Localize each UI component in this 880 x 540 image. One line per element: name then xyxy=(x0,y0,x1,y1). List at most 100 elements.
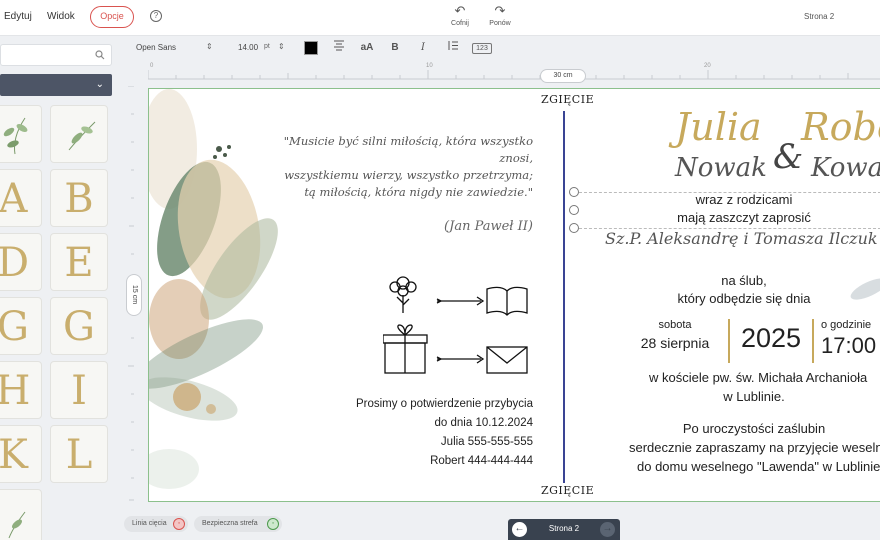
left-panel: ⌄ A B D E G G H I K L xyxy=(0,37,118,540)
bride-last-name[interactable]: Nowak xyxy=(675,153,767,183)
ruler-tick-label: 10 xyxy=(426,63,433,69)
cut-line-icon: ◦ xyxy=(173,518,185,530)
search-input[interactable] xyxy=(0,44,112,66)
safe-zone-toggle[interactable]: Bezpieczna strefa ◦ xyxy=(194,516,282,532)
undo-button[interactable]: ↶ Cofnij xyxy=(446,3,474,28)
text-color-swatch[interactable] xyxy=(304,41,318,55)
church-text[interactable]: w Lublinie. xyxy=(689,389,819,404)
ruler-tick-label: 0 xyxy=(150,63,154,69)
ampersand[interactable]: & xyxy=(773,137,803,177)
ruler-tick-label: 20 xyxy=(704,63,711,69)
reception-text[interactable]: serdecznie zapraszamy na przyjęcie wesel… xyxy=(629,440,880,455)
book-icon xyxy=(486,286,528,316)
graphic-tile[interactable] xyxy=(50,105,108,163)
resize-handle[interactable] xyxy=(569,205,579,215)
ruler-horizontal: 0 10 20 xyxy=(148,62,880,80)
width-dimension: 30 cm xyxy=(540,69,586,83)
quote-author[interactable]: (Jan Paweł II) xyxy=(349,219,533,234)
height-dimension: 15 cm xyxy=(126,274,142,316)
rsvp-icons xyxy=(383,276,528,374)
graphic-tile[interactable] xyxy=(0,105,42,163)
italic-button[interactable]: I xyxy=(414,40,432,56)
letter-tile[interactable]: L xyxy=(50,425,108,483)
event-text[interactable]: który odbędzie się dnia xyxy=(669,291,819,306)
page-indicator: Strona 2 xyxy=(804,12,835,21)
cut-line-toggle[interactable]: Linia cięcia ◦ xyxy=(124,516,188,532)
parents-names[interactable]: Sz.P. Aleksandrę i Tomasza Ilczuk xyxy=(605,229,880,248)
rsvp-text[interactable]: Robert 444-444-444 xyxy=(299,455,533,467)
letter-tile[interactable]: H xyxy=(0,361,42,419)
flower-icon xyxy=(389,276,417,313)
unit-select-arrow-icon[interactable]: ⇕ xyxy=(278,42,285,51)
help-icon[interactable]: ? xyxy=(150,10,162,22)
church-text[interactable]: w kościele pw. św. Michała Archanioła xyxy=(631,370,880,385)
graphic-tile[interactable] xyxy=(0,489,42,540)
bold-button[interactable]: B xyxy=(386,40,404,56)
event-text[interactable]: na ślub, xyxy=(669,273,819,288)
invite-text[interactable]: mają zaszczyt zaprosić xyxy=(659,210,829,225)
arrow-icon xyxy=(436,296,485,306)
resize-handle[interactable] xyxy=(569,187,579,197)
letter-tile[interactable]: G xyxy=(50,297,108,355)
letter-tile[interactable]: A xyxy=(0,169,42,227)
redo-label: Ponów xyxy=(489,20,511,27)
page-navigator: ← Strona 2 → xyxy=(508,519,620,540)
reception-text[interactable]: do domu weselnego "Lawenda" w Lublinie xyxy=(637,459,880,474)
bride-first-name[interactable]: Julia xyxy=(675,105,762,149)
resize-handle[interactable] xyxy=(569,223,579,233)
groom-first-name[interactable]: Robert xyxy=(801,105,880,149)
redo-button[interactable]: ↷ Ponów xyxy=(486,3,514,28)
letter-tile[interactable]: E xyxy=(50,233,108,291)
rsvp-text[interactable]: Prosimy o potwierdzenie przybycia xyxy=(299,398,533,410)
time-text[interactable]: 17:00 xyxy=(821,333,880,359)
redo-icon: ↷ xyxy=(494,3,506,18)
year-text[interactable]: 2025 xyxy=(735,323,807,354)
line-spacing-icon[interactable] xyxy=(444,40,462,56)
date-divider xyxy=(812,319,814,363)
envelope-icon xyxy=(486,346,528,374)
font-select-arrow-icon[interactable]: ⇕ xyxy=(206,42,213,51)
options-button[interactable]: Opcje xyxy=(90,6,134,28)
undo-icon: ↶ xyxy=(454,3,466,18)
text-case-button[interactable]: aA xyxy=(358,40,376,56)
fold-line xyxy=(563,111,565,483)
menu-view[interactable]: Widok xyxy=(47,11,75,22)
day-name[interactable]: sobota xyxy=(635,319,715,331)
font-size-input[interactable]: 14.00 xyxy=(238,43,258,52)
rsvp-text[interactable]: do dnia 10.12.2024 xyxy=(299,417,533,429)
gift-icon xyxy=(383,324,428,374)
letter-tile[interactable]: K xyxy=(0,425,42,483)
search-icon xyxy=(95,50,105,60)
groom-last-name[interactable]: Kowalski xyxy=(811,153,880,183)
leaf-decoration-icon xyxy=(850,278,880,300)
text-toolbar: Open Sans ⇕ 14.00 pt ⇕ aA B I 123 xyxy=(118,37,880,59)
rsvp-text[interactable]: Julia 555-555-555 xyxy=(299,436,533,448)
time-label[interactable]: o godzinie xyxy=(821,319,880,331)
design-canvas[interactable]: ZGIĘCIE ZGIĘCIE "Musicie być silni miłoś… xyxy=(148,88,880,502)
letter-tile[interactable]: I xyxy=(50,361,108,419)
quote-text[interactable]: "Musicie być silni miłością, która wszys… xyxy=(249,133,533,201)
safe-zone-icon: ◦ xyxy=(267,518,279,530)
leaf-icon xyxy=(3,117,28,155)
date-text[interactable]: 28 sierpnia xyxy=(635,335,715,351)
top-bar: Edytuj Widok Opcje ? ↶ Cofnij ↷ Ponów St… xyxy=(0,0,880,36)
arrow-icon xyxy=(436,354,485,364)
numbering-button[interactable]: 123 xyxy=(472,43,492,54)
invite-text[interactable]: wraz z rodzicami xyxy=(659,192,829,207)
next-page-icon[interactable]: → xyxy=(600,522,615,537)
font-select[interactable]: Open Sans xyxy=(136,43,176,52)
letter-tile[interactable]: B xyxy=(50,169,108,227)
undo-label: Cofnij xyxy=(451,20,469,27)
letter-tile[interactable]: G xyxy=(0,297,42,355)
letter-tile[interactable]: D xyxy=(0,233,42,291)
align-center-icon[interactable] xyxy=(330,40,348,56)
unit-select[interactable]: pt xyxy=(264,43,270,50)
category-select[interactable]: ⌄ xyxy=(0,74,112,96)
chevron-down-icon: ⌄ xyxy=(95,79,104,90)
leaf-icon xyxy=(68,121,96,151)
leaf-icon xyxy=(8,511,26,539)
date-divider xyxy=(728,319,730,363)
reception-text[interactable]: Po uroczystości zaślubin xyxy=(669,421,839,436)
fold-label-bottom: ZGIĘCIE xyxy=(541,484,595,497)
menu-edit[interactable]: Edytuj xyxy=(4,11,32,22)
